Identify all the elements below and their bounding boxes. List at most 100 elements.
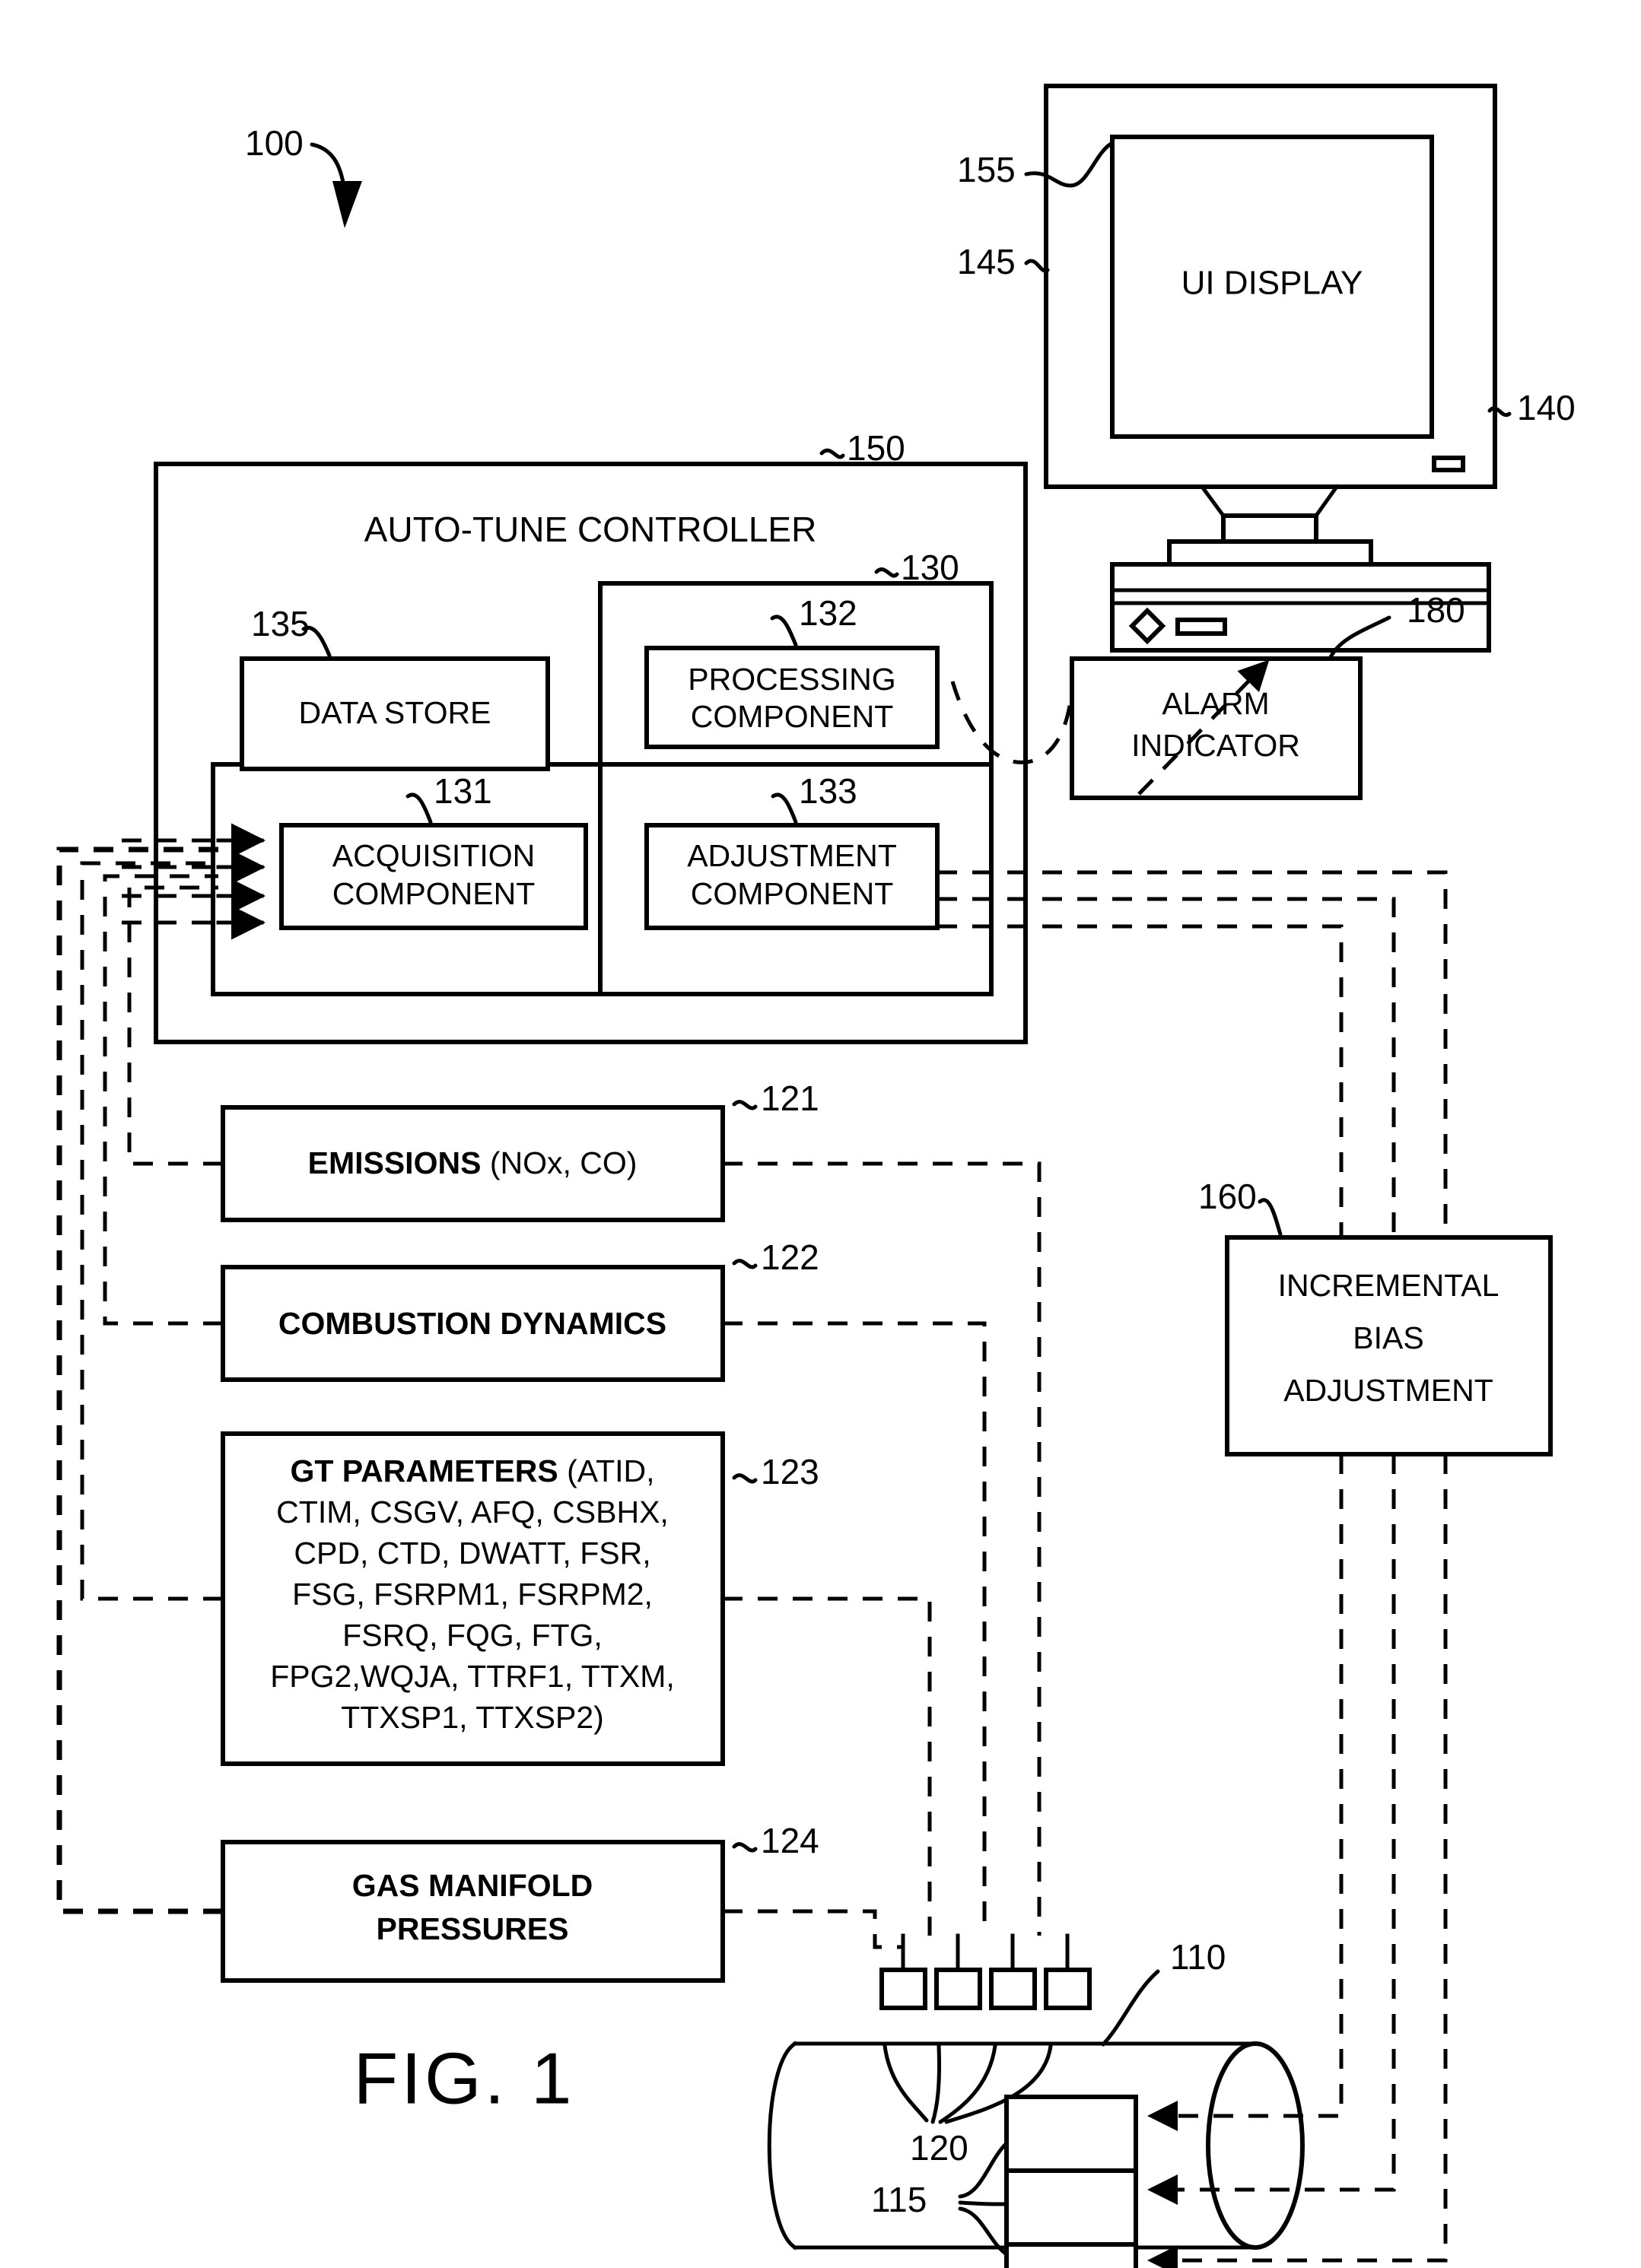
gas-manifold-label-2: PRESSURES — [377, 1911, 569, 1946]
controller-title: AUTO-TUNE CONTROLLER — [364, 510, 817, 549]
bias-feed-1 — [1147, 1454, 1344, 2131]
leader-120-c — [938, 2044, 997, 2124]
ref-label-180: 180 — [1407, 590, 1465, 630]
bus-combustion-to-acquisition — [103, 874, 223, 1326]
ref-label-145: 145 — [957, 242, 1016, 281]
leader-100 — [310, 142, 346, 189]
leader-132 — [770, 615, 798, 647]
bias-feed-3 — [1147, 1454, 1448, 2268]
ref-label-123: 123 — [761, 1452, 819, 1491]
sensor-boxes: EMISSIONS (NOx, CO) 121 COMBUSTION DYNAM… — [221, 1078, 819, 1983]
ref-label-160: 160 — [1198, 1177, 1257, 1216]
adjustment-out-2 — [937, 897, 1396, 1237]
processing-component-label-1: PROCESSING — [688, 662, 895, 697]
ref-label-150: 150 — [847, 428, 905, 468]
turbine-right-cap — [1206, 2041, 1305, 2250]
bias-label-2: BIAS — [1353, 1320, 1423, 1355]
figure-label: FIG. 1 — [354, 2038, 575, 2119]
monitor-stand-base — [1167, 539, 1373, 567]
ref-label-135: 135 — [251, 604, 310, 643]
leader-120-a — [883, 2044, 929, 2123]
auto-tune-controller: AUTO-TUNE CONTROLLER 150 130 DATA STORE … — [154, 428, 1028, 1044]
turbine-probe-4 — [1044, 1968, 1092, 2010]
sensor-to-acquisition-bus — [56, 838, 223, 1914]
leader-122 — [732, 1259, 758, 1269]
leader-121 — [732, 1100, 758, 1110]
patent-figure-1: 100 UI DISPLAY 155 145 140 AUTO-TUNE CON… — [0, 0, 1641, 2268]
probe-link-124 — [723, 1909, 903, 1949]
leader-123 — [732, 1473, 758, 1484]
bias-label-3: ADJUSTMENT — [1283, 1373, 1493, 1408]
gt-parameters-line-1: GT PARAMETERS (ATID, — [290, 1453, 654, 1488]
leader-131 — [405, 793, 433, 824]
fuel-circuit-3 — [1004, 2242, 1138, 2268]
ref-label-133: 133 — [799, 771, 857, 811]
gt-parameters-line-6: FPG2,WQJA, TTRF1, TTXM, — [270, 1659, 675, 1694]
ref-label-110: 110 — [1170, 1937, 1226, 1977]
gt-parameters-line-5: FSRQ, FQG, FTG, — [342, 1618, 603, 1653]
ref-label-122: 122 — [761, 1237, 819, 1277]
turbine-probe-2 — [934, 1968, 982, 2010]
acquisition-component-label-2: COMPONENT — [332, 876, 536, 911]
data-store-label: DATA STORE — [299, 695, 491, 730]
leader-115-b — [958, 2200, 1009, 2206]
combustion-dynamics-label: COMBUSTION DYNAMICS — [278, 1306, 666, 1341]
leader-133 — [771, 793, 798, 824]
emissions-label-plain: (NOx, CO) — [481, 1145, 637, 1180]
alarm-indicator-label-2: INDICATOR — [1131, 728, 1300, 763]
ref-label-131: 131 — [434, 771, 492, 811]
ref-label-140: 140 — [1517, 388, 1576, 427]
acquisition-input-arrows — [216, 823, 266, 940]
leader-110 — [1101, 1969, 1160, 2047]
ref-label-121: 121 — [761, 1078, 819, 1118]
ref-label-155: 155 — [957, 150, 1016, 189]
turbine-left-cap — [767, 2041, 798, 2251]
emissions-label: EMISSIONS (NOx, CO) — [308, 1145, 638, 1180]
gt-parameters-line-2: CTIM, CSGV, AFQ, CSBHX, — [276, 1495, 669, 1529]
ref-label-132: 132 — [799, 593, 857, 633]
adjustment-out-3 — [937, 924, 1344, 1237]
leader-120-b — [930, 2044, 942, 2124]
gt-parameters-line-3: CPD, CTD, DWATT, FSR, — [294, 1536, 650, 1571]
ref-label-100: 100 — [245, 123, 304, 163]
gas-turbine: 120 115 110 — [767, 1933, 1305, 2268]
fuel-circuit-1 — [1004, 2095, 1138, 2173]
leader-124 — [732, 1842, 758, 1853]
fuel-circuit-2 — [1004, 2168, 1138, 2247]
leader-160 — [1258, 1198, 1283, 1237]
adjustment-to-bias-bus — [937, 870, 1448, 1237]
turbine-probe-3 — [989, 1968, 1037, 2010]
ref-label-130: 130 — [901, 548, 959, 587]
bias-label-1: INCREMENTAL — [1278, 1268, 1499, 1303]
probe-link-123 — [723, 1596, 932, 1936]
gas-manifold-label-1: GAS MANIFOLD — [352, 1868, 593, 1903]
ui-display-label: UI DISPLAY — [1181, 265, 1363, 302]
system-reference-100: 100 — [245, 123, 362, 228]
turbine-probe-1 — [879, 1968, 927, 2010]
adjustment-component-label-1: ADJUSTMENT — [687, 838, 897, 873]
gt-parameters-line-7: TTXSP1, TTXSP2) — [341, 1700, 604, 1735]
bus-emissions-to-acquisition — [127, 885, 223, 1166]
bias-feed-2 — [1147, 1454, 1396, 2205]
figure-canvas: 100 UI DISPLAY 155 145 140 AUTO-TUNE CON… — [56, 84, 1576, 2268]
acquisition-component-label-1: ACQUISITION — [332, 838, 536, 873]
emissions-label-bold: EMISSIONS — [308, 1145, 482, 1180]
gt-parameters-title: GT PARAMETERS — [290, 1453, 558, 1488]
probe-link-121 — [723, 1161, 1042, 1936]
leader-130 — [874, 567, 899, 578]
arrowhead-100 — [332, 181, 362, 228]
display-unit: UI DISPLAY 155 145 140 — [957, 84, 1576, 653]
monitor-neck — [1199, 484, 1340, 518]
monitor-stand-post — [1221, 513, 1318, 544]
gt-parameters-open-paren: (ATID, — [558, 1453, 655, 1488]
monitor-power-led-icon — [1432, 456, 1465, 472]
processing-component-label-2: COMPONENT — [691, 699, 894, 734]
adjustment-component-label-2: COMPONENT — [691, 876, 894, 911]
bias-to-turbine-bus — [1147, 1454, 1448, 2268]
leader-150 — [819, 448, 845, 459]
ref-label-115: 115 — [871, 2180, 927, 2219]
processing-to-alarm-link — [950, 681, 1074, 764]
gt-parameters-line-4: FSG, FSRPM1, FSRPM2, — [292, 1577, 653, 1612]
incremental-bias-adjustment: INCREMENTAL BIAS ADJUSTMENT 160 — [1198, 1177, 1553, 1456]
ref-label-120: 120 — [910, 2128, 968, 2168]
